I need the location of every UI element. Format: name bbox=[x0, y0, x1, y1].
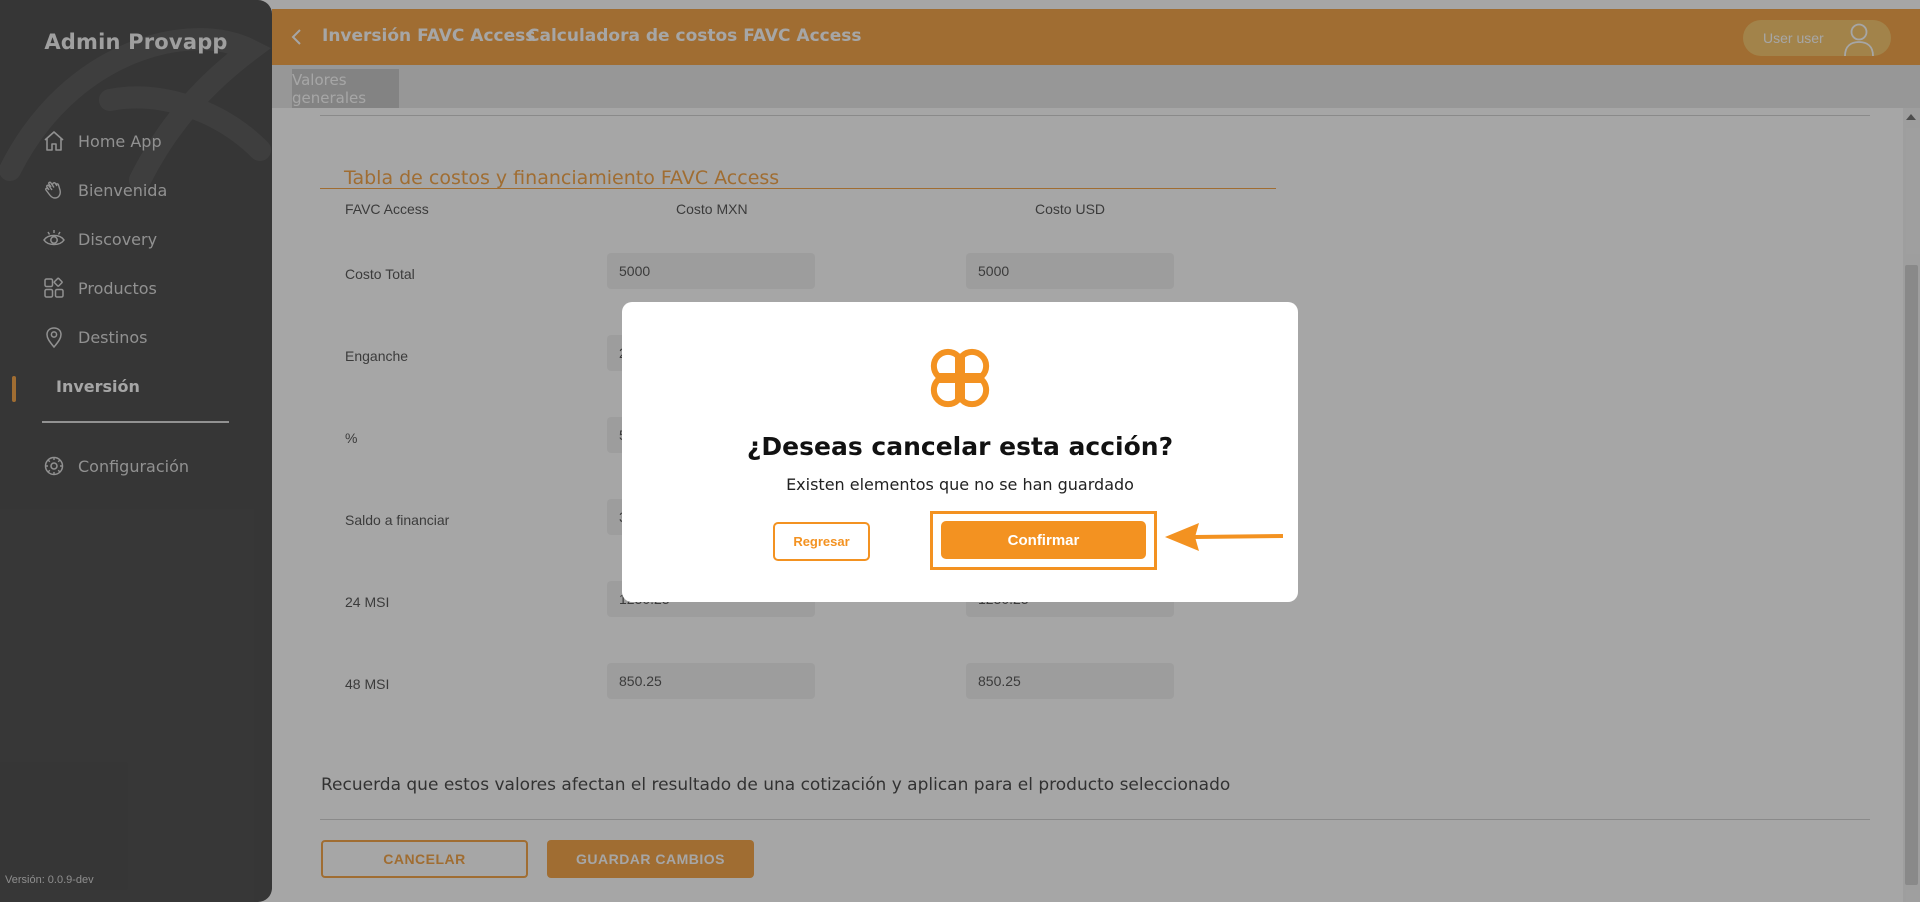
dialog-subtitle: Existen elementos que no se han guardado bbox=[786, 475, 1134, 494]
back-button[interactable]: Regresar bbox=[773, 522, 870, 561]
confirm-button[interactable]: Confirmar bbox=[941, 521, 1146, 559]
pointer-arrow-icon bbox=[1165, 523, 1284, 551]
clover-logo-icon bbox=[930, 348, 990, 408]
dialog-title: ¿Deseas cancelar esta acción? bbox=[746, 432, 1174, 461]
